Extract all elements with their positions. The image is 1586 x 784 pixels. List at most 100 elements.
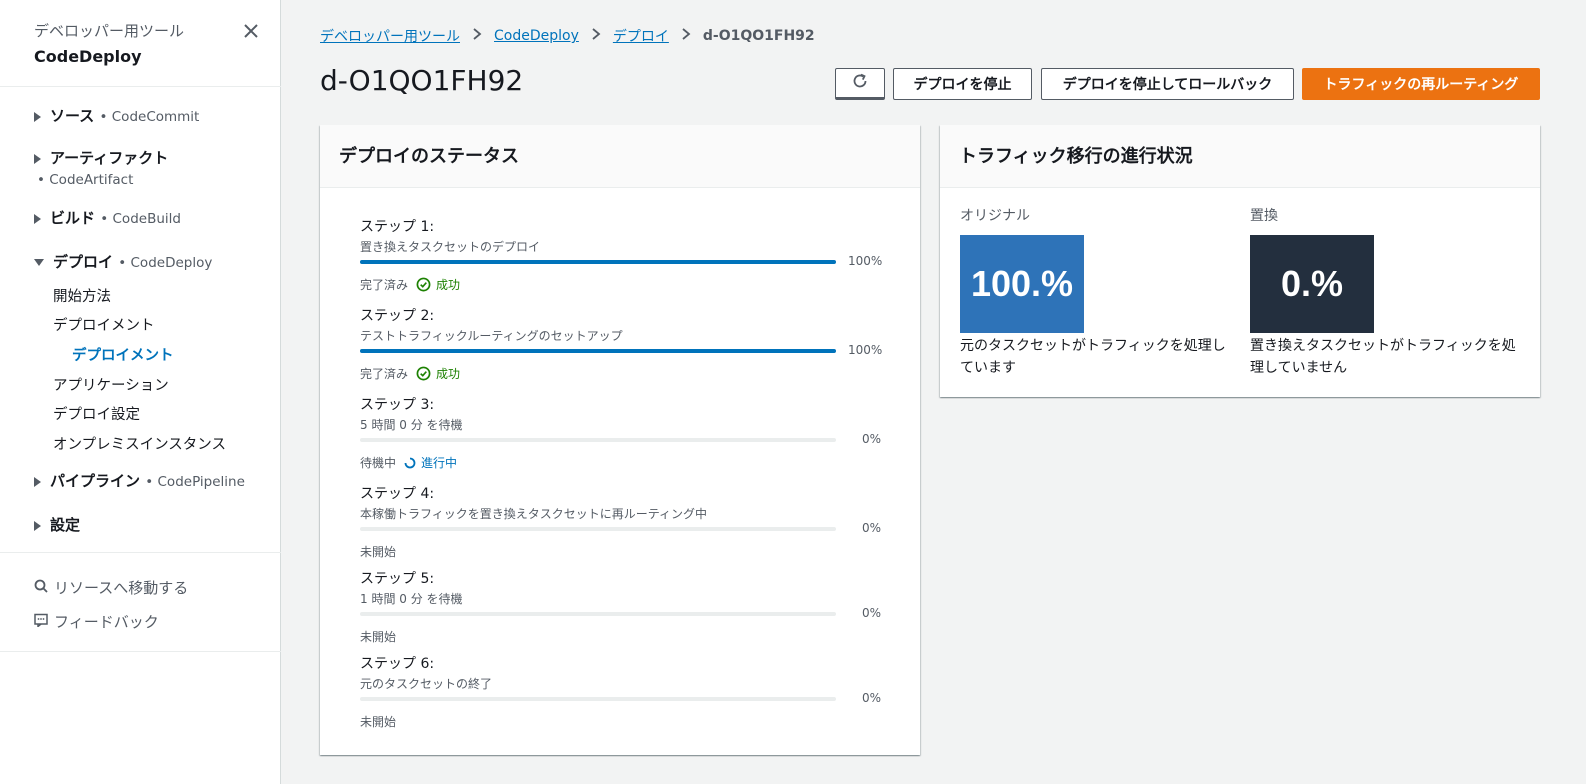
step-progress-bar <box>360 349 836 353</box>
sidebar-section-settings[interactable]: 設定 <box>34 514 80 535</box>
breadcrumb-codedeploy[interactable]: CodeDeploy <box>494 28 579 44</box>
caret-right-icon <box>34 213 41 224</box>
spinner-icon <box>404 457 416 468</box>
sidebar-section-pipeline[interactable]: パイプライン • CodePipeline <box>34 470 245 491</box>
section-label: デプロイ <box>53 253 114 271</box>
step-progress-bar <box>360 612 836 616</box>
chevron-right-icon <box>681 28 691 44</box>
check-circle-icon <box>416 277 431 292</box>
sidebar-section-artifact-service: • CodeArtifact <box>37 170 133 188</box>
step-description: 本稼働トラフィックを置き換えタスクセットに再ルーティング中 <box>360 507 708 521</box>
step-percent: 0% <box>862 691 882 705</box>
replacement-description: 置き換えタスクセットがトラフィックを処理していません <box>1250 338 1516 376</box>
step-state: 完了済み 成功 <box>360 276 460 293</box>
feedback-icon <box>34 613 48 631</box>
state-text: 未開始 <box>360 545 397 559</box>
step-title: ステップ 5: <box>360 571 435 587</box>
step-progress-fill <box>360 349 836 353</box>
stop-deployment-button[interactable]: デプロイを停止 <box>893 68 1032 100</box>
deployment-step: ステップ 2: テストトラフィックルーティングのセットアップ 100% 完了済み… <box>360 305 890 389</box>
sidebar-title[interactable]: CodeDeploy <box>34 47 269 66</box>
step-state: 未開始 <box>360 628 396 645</box>
search-icon <box>34 579 48 597</box>
sidebar-section-artifact[interactable]: アーティファクト <box>34 147 168 168</box>
replacement-label: 置換 <box>1250 208 1278 224</box>
replacement-percentage-box: 0.% <box>1250 235 1374 333</box>
sidebar-divider <box>0 86 281 87</box>
step-state: 未開始 <box>360 713 396 730</box>
caret-right-icon <box>34 520 41 531</box>
step-description: 1 時間 0 分 を待機 <box>360 592 463 606</box>
deployment-step: ステップ 3: 5 時間 0 分 を待機 0% 待機中 進行中 <box>360 394 890 478</box>
state-text: 未開始 <box>360 715 397 729</box>
sidebar-header: デベロッパー用ツール CodeDeploy <box>34 20 269 66</box>
sidebar-section-deploy[interactable]: デプロイ • CodeDeploy <box>34 251 212 272</box>
sidebar-divider <box>0 552 281 553</box>
step-percent: 100% <box>848 343 883 357</box>
step-progress-bar <box>360 438 836 442</box>
breadcrumb-deploy[interactable]: デプロイ <box>613 26 669 46</box>
refresh-button[interactable] <box>835 68 885 100</box>
caret-right-icon <box>34 153 41 164</box>
step-title: ステップ 3: <box>360 397 435 413</box>
step-title: ステップ 2: <box>360 308 435 324</box>
panel-title: デプロイのステータス <box>320 125 920 188</box>
goto-resource-link[interactable]: リソースへ移動する <box>34 577 188 598</box>
deployment-step: ステップ 5: 1 時間 0 分 を待機 0% 未開始 <box>360 568 890 652</box>
panel-title: トラフィック移行の進行状況 <box>940 125 1540 188</box>
feedback-link[interactable]: フィードバック <box>34 611 159 632</box>
page-title: d-O1QO1FH92 <box>320 64 524 97</box>
result-text: 成功 <box>436 278 461 292</box>
original-description: 元のタスクセットがトラフィックを処理しています <box>960 338 1226 376</box>
sidebar-link-deployments[interactable]: デプロイメント <box>72 344 174 365</box>
refresh-icon <box>851 72 869 94</box>
in-progress-status: 進行中 <box>404 454 457 471</box>
step-percent: 0% <box>862 606 882 620</box>
sidebar-section-source[interactable]: ソース • CodeCommit <box>34 105 199 126</box>
success-status: 成功 <box>416 365 460 382</box>
deployment-step: ステップ 1: 置き換えタスクセットのデプロイ 100% 完了済み 成功 <box>360 216 890 300</box>
step-state: 完了済み 成功 <box>360 365 460 382</box>
breadcrumb-developer-tools[interactable]: デベロッパー用ツール <box>320 26 460 46</box>
traffic-shift-panel: トラフィック移行の進行状況 オリジナル 100.% 元のタスクセットがトラフィッ… <box>940 125 1540 397</box>
sidebar-link-deployments-group[interactable]: デプロイメント <box>53 314 155 335</box>
chevron-right-icon <box>472 28 482 44</box>
sidebar-link-applications[interactable]: アプリケーション <box>53 374 169 395</box>
sidebar-divider <box>0 651 281 652</box>
reroute-traffic-button[interactable]: トラフィックの再ルーティング <box>1302 68 1540 100</box>
side-navigation: デベロッパー用ツール CodeDeploy ソース • CodeCommit ア… <box>0 0 281 784</box>
breadcrumb-current: d-O1QO1FH92 <box>702 28 815 44</box>
replacement-traffic: 置換 0.% 置き換えタスクセットがトラフィックを処理していません <box>1250 205 1520 379</box>
section-service: • CodeArtifact <box>37 172 134 188</box>
original-percentage-box: 100.% <box>960 235 1084 333</box>
step-percent: 100% <box>848 254 883 268</box>
feedback-label: フィードバック <box>54 613 159 631</box>
step-state: 未開始 <box>360 543 396 560</box>
chevron-right-icon <box>591 28 601 44</box>
sidebar-subtitle: デベロッパー用ツール <box>34 22 185 40</box>
step-progress-fill <box>360 260 836 264</box>
step-progress-bar <box>360 527 836 531</box>
state-text: 完了済み <box>360 278 409 292</box>
sidebar-link-onprem-instances[interactable]: オンプレミスインスタンス <box>53 433 226 454</box>
step-progress-bar <box>360 697 836 701</box>
deployment-status-panel: デプロイのステータス ステップ 1: 置き換えタスクセットのデプロイ 100% … <box>320 125 920 755</box>
sidebar-section-build[interactable]: ビルド • CodeBuild <box>34 207 181 228</box>
step-progress-bar <box>360 260 836 264</box>
success-status: 成功 <box>416 276 460 293</box>
state-text: 待機中 <box>360 456 397 470</box>
section-service: • CodeDeploy <box>118 255 213 271</box>
state-text: 未開始 <box>360 630 397 644</box>
section-label: アーティファクト <box>50 149 169 167</box>
step-description: 5 時間 0 分 を待機 <box>360 418 463 432</box>
step-title: ステップ 6: <box>360 656 435 672</box>
step-description: テストトラフィックルーティングのセットアップ <box>360 329 623 343</box>
stop-and-rollback-button[interactable]: デプロイを停止してロールバック <box>1041 68 1294 100</box>
step-description: 元のタスクセットの終了 <box>360 677 493 691</box>
close-icon[interactable] <box>242 22 260 40</box>
sidebar-link-deploy-config[interactable]: デプロイ設定 <box>53 403 140 424</box>
step-percent: 0% <box>862 521 882 535</box>
sidebar-link-getting-started[interactable]: 開始方法 <box>53 285 111 306</box>
original-label: オリジナル <box>960 208 1030 224</box>
caret-right-icon <box>34 476 41 487</box>
